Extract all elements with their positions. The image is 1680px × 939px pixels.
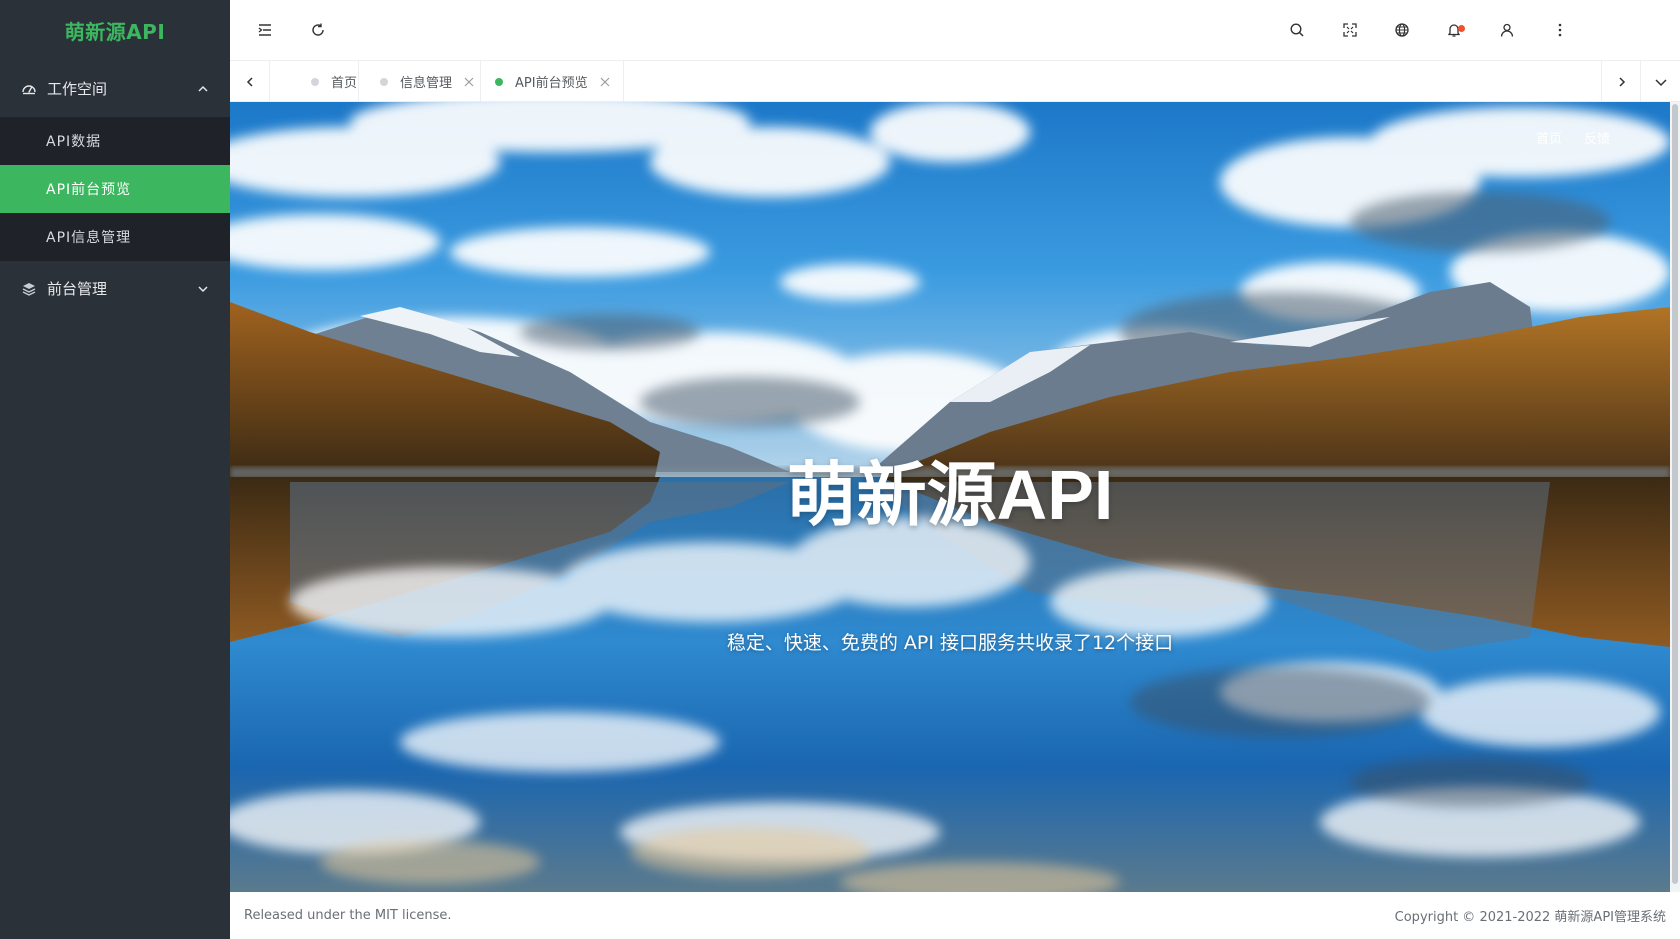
notification-button[interactable] [1439,15,1469,45]
tab-status-dot [380,77,388,86]
footer-copyright: Copyright © 2021-2022 萌新源API管理系统 [1394,910,1666,925]
sidebar-item-api-preview[interactable]: API前台预览 [0,165,230,213]
menu-fold-button[interactable] [250,15,280,45]
hero-title: 萌新源API [786,456,1114,534]
tabs-bar: 首页 信息管理 API前台预览 [230,60,1680,102]
fullscreen-icon [1343,23,1357,37]
tabs-scroll-left-button[interactable] [230,61,270,102]
tabs-scroll-right-button[interactable] [1601,61,1641,102]
tab-label: 信息管理 [400,76,453,91]
footer-license: Released under the MIT license. [244,908,452,923]
tab-label: 首页 [331,76,358,91]
tab-status-dot [495,77,503,86]
menu-group-frontend[interactable]: 前台管理 [0,261,230,316]
user-icon [1500,23,1514,37]
layers-icon [20,280,38,298]
menu-group-label: 前台管理 [47,280,108,298]
chevron-up-icon [196,82,210,96]
tab-label: API前台预览 [515,76,588,91]
tab-status-dot [311,77,319,86]
submenu-workspace: API数据 API前台预览 API信息管理 [0,117,230,261]
scrollbar-thumb[interactable] [1672,104,1678,884]
menu-group-workspace[interactable]: 工作空间 [0,60,230,117]
page-footer: Released under the MIT license. Copyrigh… [230,892,1680,939]
chevron-down-icon [196,282,210,296]
language-button[interactable] [1387,15,1417,45]
top-header [230,0,1680,60]
sidebar-item-api-info[interactable]: API信息管理 [0,213,230,261]
close-icon[interactable] [600,77,610,87]
chevron-right-icon [1618,76,1625,87]
menu-fold-icon [258,24,271,36]
hero-subtitle: 稳定、快速、免费的 API 接口服务共收录了12个接口 [726,632,1174,654]
tab-home[interactable]: 首页 [270,61,359,102]
gauge-icon [20,80,38,98]
tab-api-preview[interactable]: API前台预览 [481,61,624,102]
hero-nav-links: 首页 反馈 [1536,128,1610,147]
menu-group-label: 工作空间 [47,80,108,98]
search-button[interactable] [1282,15,1312,45]
close-icon[interactable] [464,77,474,87]
sidebar: 萌新源API 工作空间 API数据 API前台预览 API信息管理 前台管理 [0,0,230,939]
globe-icon [1395,23,1409,37]
hero-link-feedback[interactable]: 反馈 [1584,128,1610,147]
notification-badge [1458,25,1465,32]
sidebar-item-api-data[interactable]: API数据 [0,117,230,165]
tabs-dropdown-button[interactable] [1640,61,1680,102]
refresh-icon [312,23,324,36]
app-logo[interactable]: 萌新源API [0,0,230,60]
hero-link-home[interactable]: 首页 [1536,128,1562,147]
chevron-left-icon [246,76,253,87]
refresh-button[interactable] [303,15,333,45]
chevron-down-icon [1654,78,1667,86]
user-button[interactable] [1492,15,1522,45]
search-icon [1290,23,1304,37]
hero-banner: 首页 反馈 萌新源API 稳定、快速、免费的 API 接口服务共收录了12个接口 [230,102,1670,892]
fullscreen-button[interactable] [1335,15,1365,45]
more-icon [1558,23,1562,37]
tab-info-manage[interactable]: 信息管理 [359,61,481,102]
more-button[interactable] [1545,15,1575,45]
